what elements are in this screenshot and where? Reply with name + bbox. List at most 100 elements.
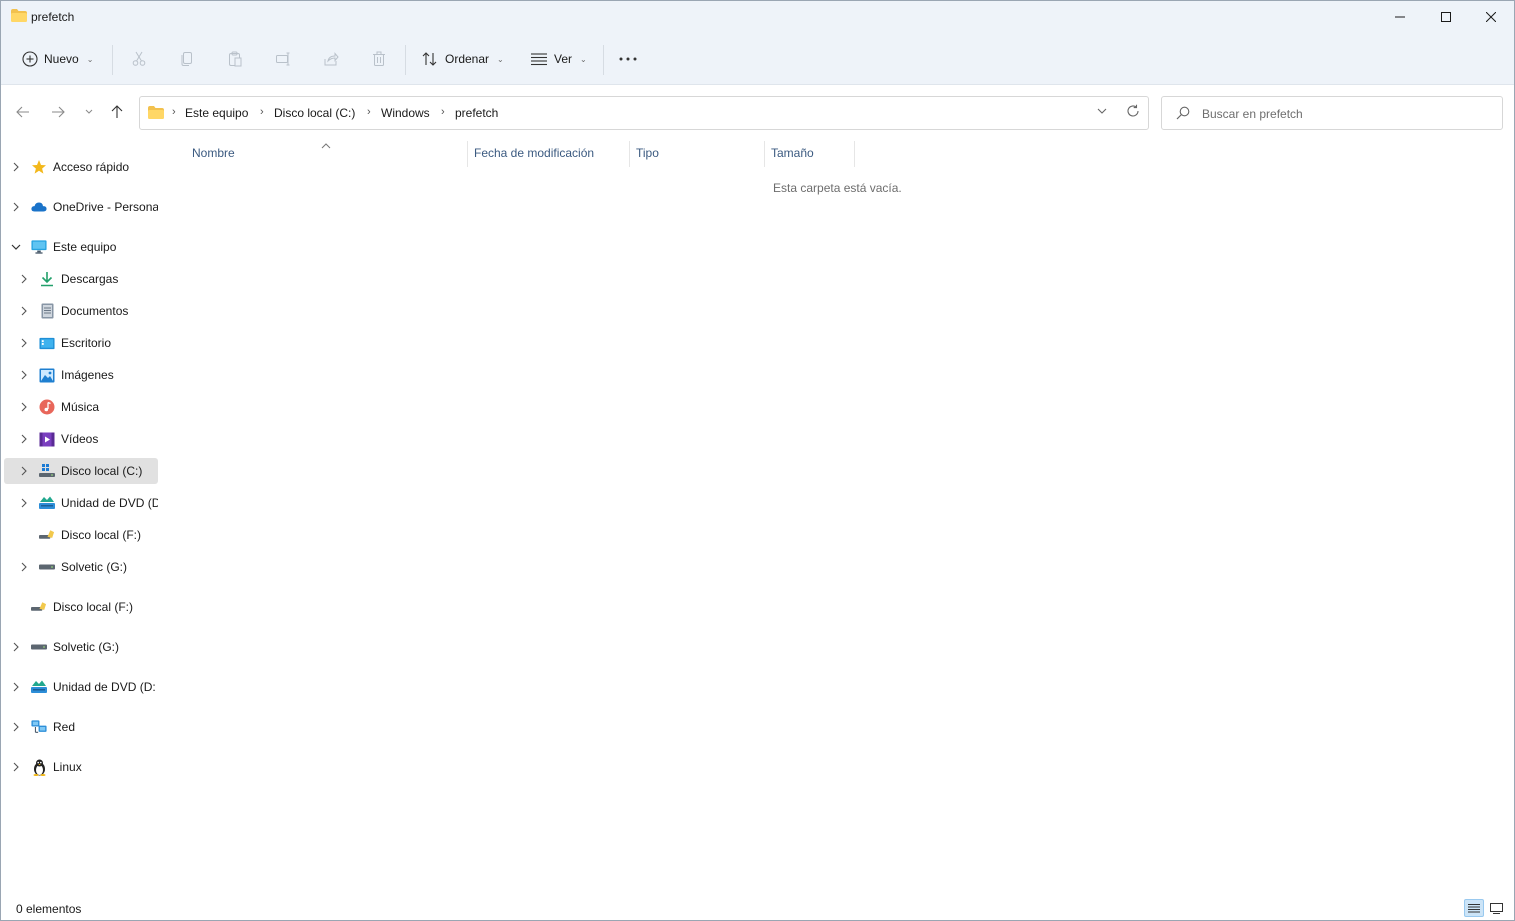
nav-item-este-equipo[interactable]: Este equipo [4,234,158,260]
address-dropdown-button[interactable] [1096,105,1108,120]
nav-item-documentos[interactable]: Documentos [4,298,158,324]
sort-button[interactable]: Ordenar ⌄ [421,43,504,75]
nav-item-solvetic-g[interactable]: Solvetic (G:) [4,554,158,580]
chevron-right-icon[interactable] [10,681,22,693]
nav-item-linux[interactable]: Linux [4,754,158,780]
chevron-right-icon[interactable] [18,305,30,317]
chevron-down-icon [85,109,93,114]
chevron-right-icon: › [260,106,264,118]
rename-button[interactable] [274,50,292,68]
nav-item-solvetic-g-root[interactable]: Solvetic (G:) [4,634,158,660]
arrow-right-icon [52,106,65,118]
forward-button[interactable] [48,102,68,122]
chevron-right-icon[interactable] [18,273,30,285]
usb-drive-icon [39,527,55,543]
nav-item-disco-local-c[interactable]: Disco local (C:) [4,458,158,484]
column-header-modified[interactable]: Fecha de modificación [474,146,594,160]
folder-icon [11,9,27,22]
ellipsis-icon [619,57,637,61]
chevron-down-icon[interactable] [10,241,22,253]
nav-item-escritorio[interactable]: Escritorio [4,330,158,356]
minimize-button[interactable] [1377,1,1423,33]
breadcrumb-windows[interactable]: Windows [381,106,430,120]
cut-button[interactable] [130,50,148,68]
column-header-size[interactable]: Tamaño [771,146,814,160]
nav-item-disco-local-f-root[interactable]: Disco local (F:) [4,594,158,620]
chevron-right-icon[interactable] [10,161,22,173]
monitor-icon [31,239,47,255]
chevron-right-icon[interactable] [18,497,30,509]
back-button[interactable] [13,102,33,122]
nav-item-acceso-rapido[interactable]: Acceso rápido [4,154,158,180]
share-button[interactable] [322,50,340,68]
column-divider[interactable] [629,141,630,167]
search-input[interactable] [1202,105,1492,123]
column-header-name[interactable]: Nombre [192,146,235,160]
chevron-right-icon[interactable] [18,401,30,413]
more-options-button[interactable] [619,50,637,68]
chevron-right-icon[interactable] [10,641,22,653]
document-icon [39,303,55,319]
chevron-right-icon[interactable] [10,761,22,773]
folder-icon [148,106,164,122]
chevron-right-icon[interactable] [18,433,30,445]
nav-item-musica[interactable]: Música [4,394,158,420]
minimize-icon [1395,16,1405,18]
search-box[interactable] [1161,96,1503,130]
arrow-left-icon [16,106,29,118]
nav-item-videos[interactable]: Vídeos [4,426,158,452]
chevron-right-icon[interactable] [10,721,22,733]
nav-item-red[interactable]: Red [4,714,158,740]
desktop-icon [39,335,55,351]
up-button[interactable] [107,102,127,122]
tiles-view-button[interactable] [1486,899,1506,917]
column-divider[interactable] [854,141,855,167]
paste-button[interactable] [226,50,244,68]
copy-button[interactable] [178,50,196,68]
nav-item-disco-local-f[interactable]: Disco local (F:) [4,522,158,548]
usb-drive-icon [31,599,47,615]
new-label: Nuevo [44,52,79,66]
new-button[interactable]: Nuevo ⌄ [22,43,93,75]
separator [405,45,406,75]
breadcrumb-prefetch[interactable]: prefetch [455,106,498,120]
command-bar: Nuevo ⌄ Ordenar ⌄ Ver ⌄ [1,33,1514,85]
tiles-view-icon [1489,902,1503,914]
column-divider[interactable] [467,141,468,167]
chevron-right-icon[interactable] [18,561,30,573]
chevron-down-icon: ⌄ [86,54,94,64]
refresh-button[interactable] [1126,104,1140,121]
address-bar[interactable]: › Este equipo › Disco local (C:) › Windo… [139,96,1149,130]
navigation-row: › Este equipo › Disco local (C:) › Windo… [1,86,1514,138]
separator [603,45,604,75]
list-view-icon [531,53,547,66]
chevron-right-icon[interactable] [18,465,30,477]
column-divider[interactable] [764,141,765,167]
breadcrumb-este-equipo[interactable]: Este equipo [185,106,248,120]
chevron-right-icon[interactable] [10,201,22,213]
breadcrumb-disco-local-c[interactable]: Disco local (C:) [274,106,355,120]
recent-locations-button[interactable] [79,102,99,122]
nav-item-imagenes[interactable]: Imágenes [4,362,158,388]
close-button[interactable] [1468,1,1514,33]
arrow-up-icon [111,105,123,118]
dvd-drive-icon [39,495,55,511]
nav-item-unidad-dvd[interactable]: Unidad de DVD (D [4,490,158,516]
chevron-right-icon[interactable] [18,369,30,381]
maximize-button[interactable] [1423,1,1469,33]
chevron-down-icon [1097,108,1107,114]
details-view-button[interactable] [1464,899,1484,917]
column-header-type[interactable]: Tipo [636,146,659,160]
download-icon [39,271,55,287]
windows-drive-icon [39,463,55,479]
chevron-right-icon[interactable] [18,337,30,349]
nav-item-descargas[interactable]: Descargas [4,266,158,292]
nav-item-onedrive[interactable]: OneDrive - Persona [4,194,158,220]
delete-button[interactable] [370,50,388,68]
nav-item-unidad-dvd-root[interactable]: Unidad de DVD (D: [4,674,158,700]
file-list: Nombre Fecha de modificación Tipo Tamaño… [171,141,1511,896]
view-button[interactable]: Ver ⌄ [530,43,587,75]
close-icon [1486,12,1496,22]
chevron-down-icon: ⌄ [580,54,587,64]
search-icon [1176,106,1190,123]
